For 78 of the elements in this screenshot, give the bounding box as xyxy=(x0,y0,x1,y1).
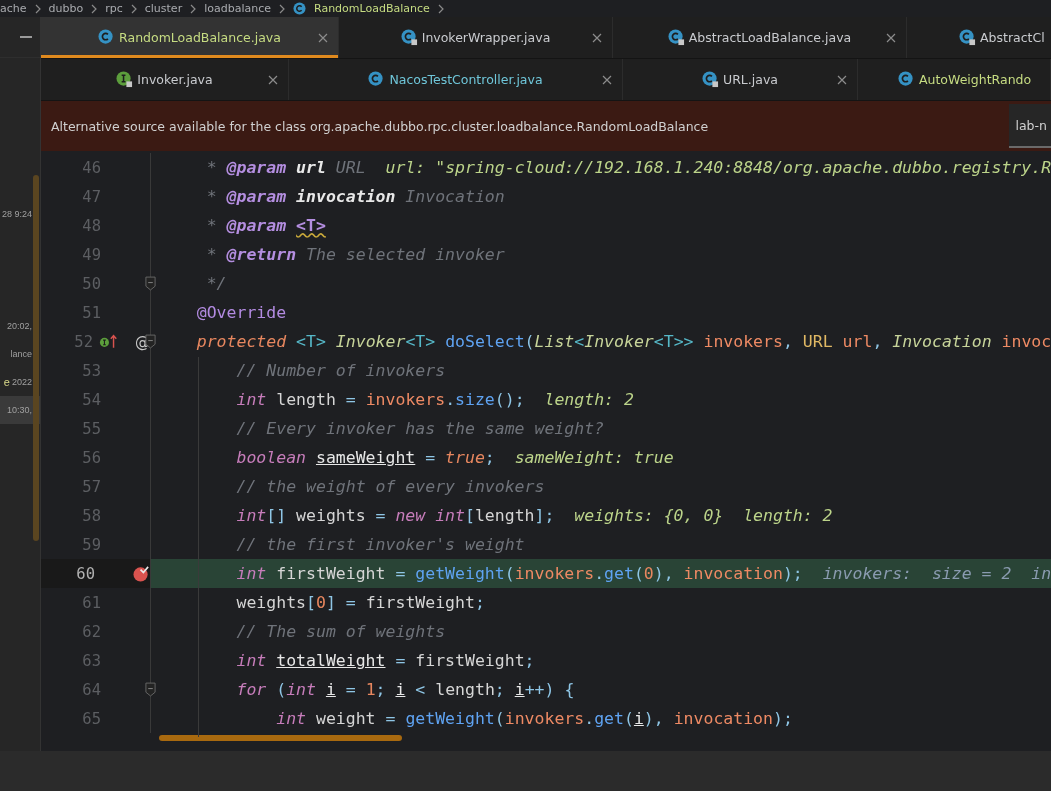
entry-text[interactable]: 2022 xyxy=(11,377,32,387)
breadcrumb-item[interactable]: cluster xyxy=(144,2,183,15)
line-number: 46 xyxy=(81,158,101,177)
scrollbar[interactable] xyxy=(159,735,402,741)
code-line: // the first invoker's weight xyxy=(235,534,526,556)
chevron-icon xyxy=(91,3,98,14)
chevron-icon xyxy=(34,3,41,14)
line-number: 55 xyxy=(81,419,101,438)
fold-icon[interactable] xyxy=(145,682,156,697)
breadcrumb-item[interactable]: dubbo xyxy=(48,2,84,15)
chevron-icon xyxy=(190,3,197,14)
code-line: for (int i = 1; i < length; i++) { xyxy=(235,679,576,701)
code-line: */ xyxy=(205,273,228,295)
line-number: 62 xyxy=(81,622,101,641)
editor-tab[interactable]: Invoker.java xyxy=(41,59,289,100)
breadcrumb-item[interactable]: ache xyxy=(0,2,27,15)
close-icon[interactable] xyxy=(318,32,328,43)
code-line: * @return The selected invoker xyxy=(205,244,506,266)
line-number: 58 xyxy=(81,506,101,525)
banner-message: Alternative source available for the class org.apache.dubbo.rpc.cluster.loadbalance.RandomLoadBalance xyxy=(50,118,709,134)
code-line: protected <T> Invoker<T> doSelect(List<Invoker<T>> invokers, URL url, Invocation invoc xyxy=(195,331,1051,353)
code-line: weights[0] = firstWeight; xyxy=(235,592,486,614)
code-line: // The sum of weights xyxy=(235,621,447,643)
line-number: 61 xyxy=(81,593,101,612)
line-number: 50 xyxy=(81,274,101,293)
close-icon[interactable] xyxy=(837,74,847,85)
code-line: * @param invocation Invocation xyxy=(205,186,506,208)
entry-text[interactable]: 20:02, xyxy=(6,321,32,331)
line-number: 64 xyxy=(81,680,101,699)
line-number: 60 xyxy=(75,564,95,583)
close-icon[interactable] xyxy=(886,32,896,43)
code-line: @Override xyxy=(195,302,288,324)
editor-tab[interactable]: AbstractLoadBalance.java xyxy=(613,17,907,58)
line-number: 59 xyxy=(81,535,101,554)
code-line: boolean sameWeight = true; sameWeight: true xyxy=(235,447,675,469)
implements-icon[interactable] xyxy=(99,334,119,349)
line-number: 48 xyxy=(81,216,101,235)
line-number: 49 xyxy=(81,245,101,264)
line-number: 52 xyxy=(73,332,93,351)
entry-name: e xyxy=(3,376,10,388)
line-number: 57 xyxy=(81,477,101,496)
breadcrumb-item[interactable]: loadbalance xyxy=(204,2,271,15)
line-number: 54 xyxy=(81,390,101,409)
chevron-icon xyxy=(437,3,444,14)
scrollbar[interactable] xyxy=(33,175,39,541)
code-line: // Number of invokers xyxy=(235,360,447,382)
editor-tab[interactable]: AbstractCl xyxy=(907,17,1051,58)
editor-tab[interactable]: AutoWeightRando xyxy=(858,59,1051,100)
close-icon[interactable] xyxy=(602,74,612,85)
close-icon[interactable] xyxy=(592,32,602,43)
breadcrumb-item[interactable]: rpc xyxy=(105,2,123,15)
line-number: 63 xyxy=(81,651,101,670)
editor-tab[interactable]: InvokerWrapper.java xyxy=(339,17,613,58)
breadcrumb-item[interactable]: RandomLoadBalance xyxy=(314,2,430,15)
line-number: 65 xyxy=(81,709,101,728)
code-line: // the weight of every invokers xyxy=(235,476,546,498)
code-line: int totalWeight = firstWeight; xyxy=(235,650,536,672)
line-number: 53 xyxy=(81,361,101,380)
code-line: int length = invokers.size(); length: 2 xyxy=(235,389,635,411)
breakpoint-icon[interactable] xyxy=(133,565,150,582)
code-line: int weight = getWeight(invokers.get(i), invocation); xyxy=(275,708,794,730)
chevron-icon xyxy=(130,3,137,14)
editor-tab[interactable]: RandomLoadBalance.java xyxy=(41,17,339,58)
close-icon[interactable] xyxy=(268,74,278,85)
code-line: int[] weights = new int[length]; weights: {0, 0} length: 2 xyxy=(235,505,834,527)
editor-tab[interactable]: URL.java xyxy=(623,59,858,100)
entry-text[interactable]: lance xyxy=(10,349,32,359)
code-line: * @param url URL url: "spring-cloud://192.168.1.240:8848/org.apache.dubbo.registry.R xyxy=(205,157,1051,179)
code-line: // Every invoker has the same weight? xyxy=(235,418,606,440)
fold-icon[interactable] xyxy=(145,276,156,291)
chevron-icon xyxy=(279,3,285,14)
source-dropdown[interactable]: lab-n xyxy=(1009,104,1051,148)
line-number: 56 xyxy=(81,448,101,467)
code-line: * @param <T> xyxy=(205,215,327,237)
entry-text[interactable]: 28 9:24 xyxy=(1,209,32,219)
line-number: 47 xyxy=(81,187,101,206)
editor-tab[interactable]: NacosTestController.java xyxy=(289,59,623,100)
line-number: 51 xyxy=(81,303,101,322)
